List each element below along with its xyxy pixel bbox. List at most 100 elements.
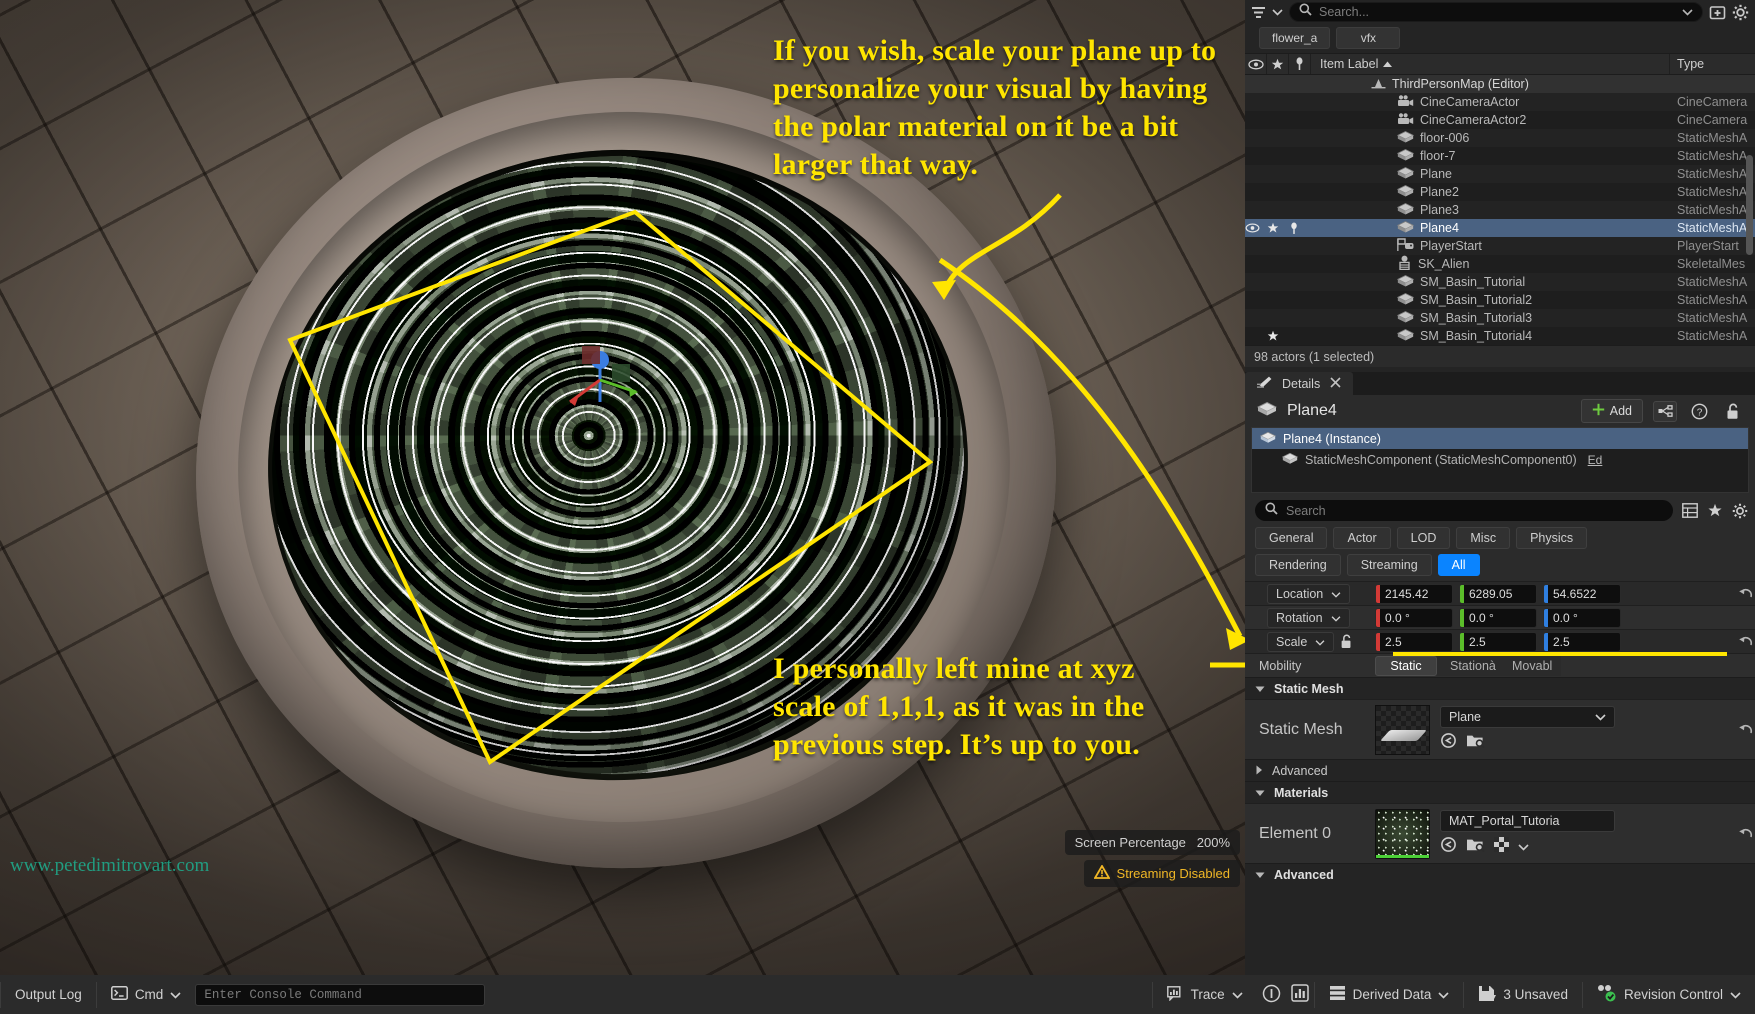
- mobility-segmented-control[interactable]: Static Stationà Movabl: [1375, 655, 1561, 676]
- details-filter-all[interactable]: All: [1437, 554, 1480, 576]
- outliner-row[interactable]: Plane3 StaticMeshA: [1245, 201, 1755, 219]
- browse-to-asset-icon[interactable]: [1466, 836, 1485, 857]
- row-pin-toggle[interactable]: [1289, 129, 1311, 147]
- row-pin-toggle[interactable]: [1289, 111, 1311, 129]
- add-folder-icon[interactable]: [1709, 5, 1726, 20]
- browse-to-asset-icon[interactable]: [1466, 732, 1485, 753]
- streaming-disabled-indicator[interactable]: Streaming Disabled: [1083, 860, 1240, 887]
- tab-details[interactable]: Details: [1245, 372, 1354, 395]
- outliner-scrollbar[interactable]: [1746, 155, 1753, 255]
- column-header-type[interactable]: Type: [1670, 54, 1755, 74]
- details-filter-lod[interactable]: LOD: [1396, 527, 1451, 549]
- unlock-icon[interactable]: [1721, 401, 1745, 422]
- row-star-toggle[interactable]: [1267, 327, 1289, 345]
- details-filter-misc[interactable]: Misc: [1456, 527, 1511, 549]
- row-visibility-toggle[interactable]: [1245, 327, 1267, 345]
- row-star-toggle[interactable]: [1267, 273, 1289, 291]
- static-mesh-asset-picker[interactable]: Plane: [1440, 705, 1615, 728]
- pin-icon[interactable]: [1289, 54, 1311, 74]
- outliner-row[interactable]: floor-7 StaticMeshA: [1245, 147, 1755, 165]
- reset-location-icon[interactable]: [1735, 587, 1755, 600]
- chevron-down-icon[interactable]: [1682, 3, 1693, 21]
- rotation-x-input[interactable]: 0.0 °: [1375, 607, 1453, 628]
- gear-icon[interactable]: [1732, 503, 1748, 519]
- section-header-advanced-mesh[interactable]: Advanced: [1245, 759, 1755, 781]
- screen-percentage-indicator[interactable]: Screen Percentage 200%: [1064, 830, 1240, 855]
- help-icon[interactable]: ?: [1687, 401, 1711, 422]
- mobility-option[interactable]: Stationà: [1437, 655, 1499, 676]
- outliner-row[interactable]: CineCameraActor CineCamera: [1245, 93, 1755, 111]
- scale-x-input[interactable]: 2.5: [1375, 631, 1453, 652]
- outliner-row[interactable]: SK_Alien SkeletalMes: [1245, 255, 1755, 273]
- checker-icon[interactable]: [1494, 836, 1509, 857]
- column-header-item-label[interactable]: Item Label: [1311, 54, 1670, 74]
- row-visibility-toggle[interactable]: [1245, 93, 1267, 111]
- details-search[interactable]: [1255, 500, 1673, 521]
- close-icon[interactable]: [1330, 376, 1341, 391]
- row-star-toggle[interactable]: [1267, 129, 1289, 147]
- row-pin-toggle[interactable]: [1289, 255, 1311, 273]
- row-pin-toggle[interactable]: [1289, 327, 1311, 345]
- scale-lock-icon[interactable]: [1340, 634, 1353, 649]
- derived-data-button[interactable]: Derived Data: [1315, 975, 1464, 1014]
- scale-y-input[interactable]: 2.5: [1459, 631, 1537, 652]
- chevron-down-icon[interactable]: [1518, 838, 1529, 856]
- details-filter-physics[interactable]: Physics: [1516, 527, 1588, 549]
- component-row-instance[interactable]: Plane4 (Instance): [1252, 428, 1748, 449]
- output-log-button[interactable]: Output Log: [1, 975, 96, 1014]
- component-row-staticmesh[interactable]: StaticMeshComponent (StaticMeshComponent…: [1252, 449, 1748, 470]
- location-z-input[interactable]: 54.6522: [1543, 583, 1621, 604]
- transform-gizmo[interactable]: [560, 340, 650, 420]
- row-star-toggle[interactable]: [1267, 165, 1289, 183]
- outliner-row[interactable]: CineCameraActor2 CineCamera: [1245, 111, 1755, 129]
- row-pin-toggle[interactable]: [1289, 201, 1311, 219]
- blueprint-icon[interactable]: [1653, 400, 1677, 422]
- outliner-row[interactable]: PlayerStart PlayerStart: [1245, 237, 1755, 255]
- star-icon[interactable]: [1707, 503, 1723, 518]
- table-view-icon[interactable]: [1682, 503, 1698, 518]
- row-pin-toggle[interactable]: [1289, 291, 1311, 309]
- unsaved-changes-button[interactable]: 3 Unsaved: [1464, 975, 1582, 1014]
- section-header-materials[interactable]: Materials: [1245, 781, 1755, 803]
- outliner-search-input[interactable]: [1319, 5, 1675, 19]
- outliner-row[interactable]: floor-006 StaticMeshA: [1245, 129, 1755, 147]
- static-mesh-thumbnail[interactable]: [1375, 704, 1430, 755]
- row-pin-toggle[interactable]: [1289, 273, 1311, 291]
- row-visibility-toggle[interactable]: [1245, 291, 1267, 309]
- reset-material-icon[interactable]: [1735, 827, 1755, 840]
- row-pin-toggle[interactable]: [1289, 309, 1311, 327]
- star-icon[interactable]: [1267, 54, 1289, 74]
- reset-static-mesh-icon[interactable]: [1735, 723, 1755, 736]
- row-star-toggle[interactable]: [1267, 309, 1289, 327]
- row-pin-toggle[interactable]: [1289, 147, 1311, 165]
- row-visibility-toggle[interactable]: [1245, 219, 1267, 237]
- material-asset-picker[interactable]: MAT_Portal_Tutoria: [1440, 809, 1615, 832]
- outliner-row[interactable]: Plane2 StaticMeshA: [1245, 183, 1755, 201]
- details-filter-rendering[interactable]: Rendering: [1255, 554, 1341, 576]
- material-thumbnail[interactable]: [1375, 808, 1430, 859]
- console-command-input[interactable]: [195, 983, 486, 1006]
- outliner-row[interactable]: Plane4 StaticMeshA: [1245, 219, 1755, 237]
- row-star-toggle[interactable]: [1267, 147, 1289, 165]
- section-header-static-mesh[interactable]: Static Mesh: [1245, 677, 1755, 699]
- filter-chip-flower-a[interactable]: flower_a: [1259, 27, 1331, 49]
- row-pin-toggle[interactable]: [1289, 165, 1311, 183]
- rotation-dropdown[interactable]: Rotation: [1267, 607, 1350, 628]
- rotation-y-input[interactable]: 0.0 °: [1459, 607, 1537, 628]
- row-visibility-toggle[interactable]: [1245, 273, 1267, 291]
- cmd-dropdown[interactable]: Cmd: [97, 975, 196, 1014]
- row-star-toggle[interactable]: [1267, 201, 1289, 219]
- row-visibility-toggle[interactable]: [1245, 309, 1267, 327]
- outliner-search[interactable]: [1289, 2, 1703, 22]
- row-visibility-toggle[interactable]: [1245, 183, 1267, 201]
- outliner-row[interactable]: ThirdPersonMap (Editor): [1245, 75, 1755, 93]
- row-visibility-toggle[interactable]: [1245, 75, 1267, 93]
- outliner-row[interactable]: Plane StaticMeshA: [1245, 165, 1755, 183]
- scale-dropdown[interactable]: Scale: [1267, 631, 1335, 652]
- trace-button[interactable]: Trace: [1153, 975, 1257, 1014]
- chevron-down-icon[interactable]: [1272, 8, 1283, 16]
- row-visibility-toggle[interactable]: [1245, 111, 1267, 129]
- outliner-row[interactable]: SM_Basin_Tutorial4 StaticMeshA: [1245, 327, 1755, 345]
- row-pin-toggle[interactable]: [1289, 75, 1311, 93]
- add-component-button[interactable]: Add: [1580, 399, 1643, 423]
